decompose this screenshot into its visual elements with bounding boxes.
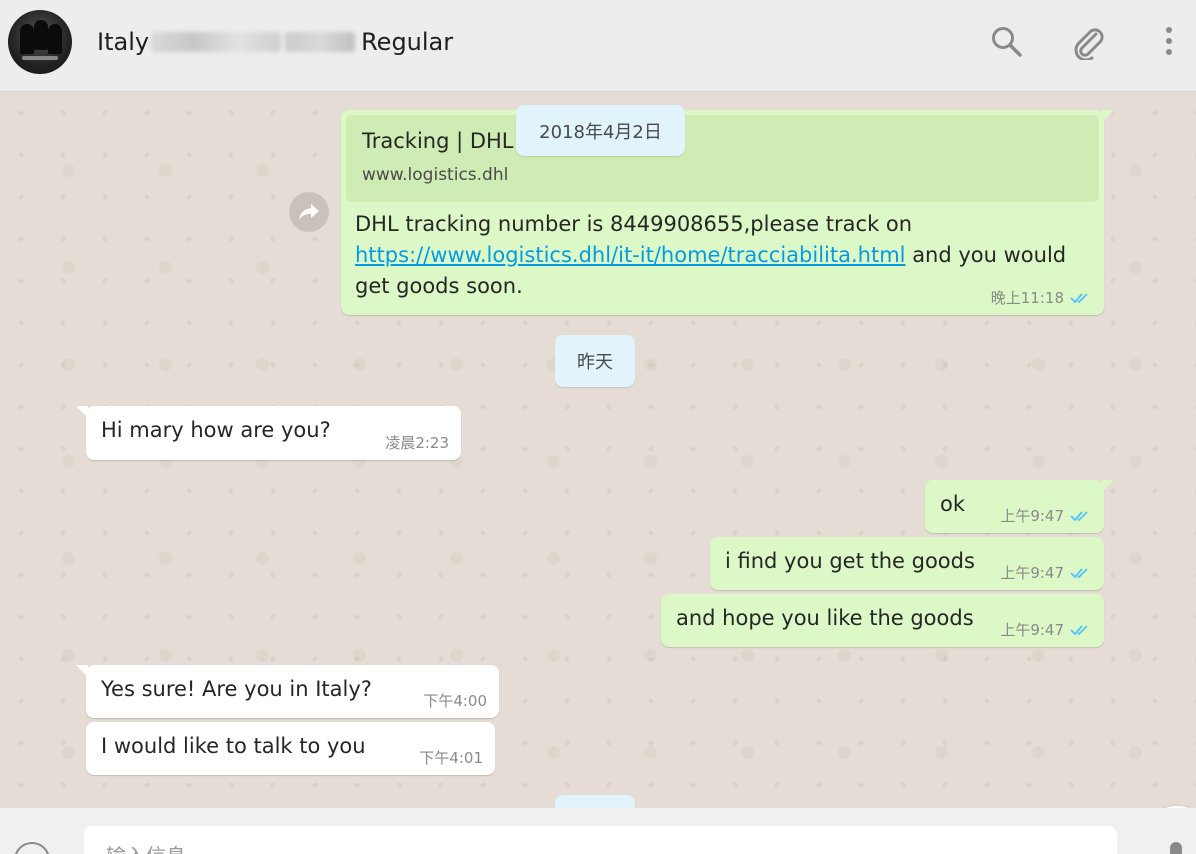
message-input[interactable] xyxy=(84,826,1117,854)
message-text-before-link: DHL tracking number is 8449908655,please… xyxy=(355,212,913,236)
message-incoming[interactable]: Yes sure! Are you in Italy? 下午4:00 xyxy=(76,665,499,718)
message-text: DHL tracking number is 8449908655,please… xyxy=(355,209,1085,302)
more-vertical-icon xyxy=(1166,27,1172,55)
message-incoming[interactable]: I would like to talk to you 下午4:01 xyxy=(86,722,495,775)
link-preview-url: www.logistics.dhl xyxy=(362,165,509,185)
emoji-button[interactable] xyxy=(14,842,50,854)
message-meta: 上午9:47 xyxy=(1000,505,1092,526)
date-pill-top: 2018年4月2日 xyxy=(516,105,685,156)
message-text: and hope you like the goods xyxy=(676,606,974,630)
search-icon xyxy=(992,27,1022,57)
chat-header: Italy Regular xyxy=(0,0,1196,92)
composer-bar xyxy=(0,808,1196,854)
message-time: 上午9:47 xyxy=(1000,507,1064,525)
search-button[interactable] xyxy=(987,22,1027,62)
message-time: 凌晨2:23 xyxy=(385,434,449,452)
menu-button[interactable] xyxy=(1149,22,1189,62)
paperclip-icon xyxy=(1074,28,1104,60)
message-time: 晚上11:18 xyxy=(990,289,1064,307)
message-meta: 晚上11:18 xyxy=(991,287,1092,308)
message-text: Yes sure! Are you in Italy? xyxy=(101,677,372,701)
forward-button[interactable] xyxy=(289,192,329,232)
chat-pane[interactable]: Tracking | DHL www.logistics.dhl DHL tra… xyxy=(0,92,1196,808)
message-meta: 上午9:47 xyxy=(1000,562,1092,583)
message-text: ok xyxy=(940,492,966,516)
contact-name-end: Regular xyxy=(361,28,454,56)
read-ticks-icon xyxy=(1070,567,1088,578)
message-outgoing[interactable]: and hope you like the goods 上午9:47 xyxy=(661,594,1104,647)
message-outgoing[interactable]: i find you get the goods 上午9:47 xyxy=(710,537,1104,590)
message-meta: 下午4:01 xyxy=(419,747,483,768)
message-time: 上午9:47 xyxy=(1000,621,1064,639)
message-time: 下午4:01 xyxy=(419,749,483,767)
link-preview-title: Tracking | DHL xyxy=(362,129,514,153)
message-time: 下午4:00 xyxy=(423,692,487,710)
message-text: Hi mary how are you? xyxy=(101,418,331,442)
date-pill-yesterday: 昨天 xyxy=(555,335,635,387)
message-outgoing[interactable]: ok 上午9:47 xyxy=(925,480,1114,533)
redacted-name-part xyxy=(285,32,356,52)
contact-name-start: Italy xyxy=(97,28,150,56)
forward-icon xyxy=(299,204,319,220)
link-preview[interactable]: Tracking | DHL www.logistics.dhl xyxy=(346,115,1099,202)
tracking-link[interactable]: https://www.logistics.dhl/it-it/home/tra… xyxy=(355,243,906,267)
message-meta: 下午4:00 xyxy=(423,690,487,711)
message-meta: 上午9:47 xyxy=(1000,619,1092,640)
date-pill-text: 2018年4月2日 xyxy=(539,121,662,143)
read-ticks-icon xyxy=(1070,292,1088,303)
message-text: i find you get the goods xyxy=(725,549,975,573)
message-incoming[interactable]: Hi mary how are you? 凌晨2:23 xyxy=(76,406,461,460)
date-pill-text: 昨天 xyxy=(577,352,613,373)
read-ticks-icon xyxy=(1070,510,1088,521)
redacted-name-part xyxy=(151,32,282,52)
date-pill-partial xyxy=(555,795,635,808)
message-time: 上午9:47 xyxy=(1000,564,1064,582)
message-meta: 凌晨2:23 xyxy=(385,432,449,453)
contact-name[interactable]: Italy Regular xyxy=(97,24,453,60)
contact-avatar[interactable] xyxy=(8,10,72,74)
attach-button[interactable] xyxy=(1068,22,1108,62)
read-ticks-icon xyxy=(1070,624,1088,635)
message-outgoing-link[interactable]: Tracking | DHL www.logistics.dhl DHL tra… xyxy=(341,110,1114,315)
message-text: I would like to talk to you xyxy=(101,734,366,758)
mic-button[interactable] xyxy=(1170,842,1182,854)
